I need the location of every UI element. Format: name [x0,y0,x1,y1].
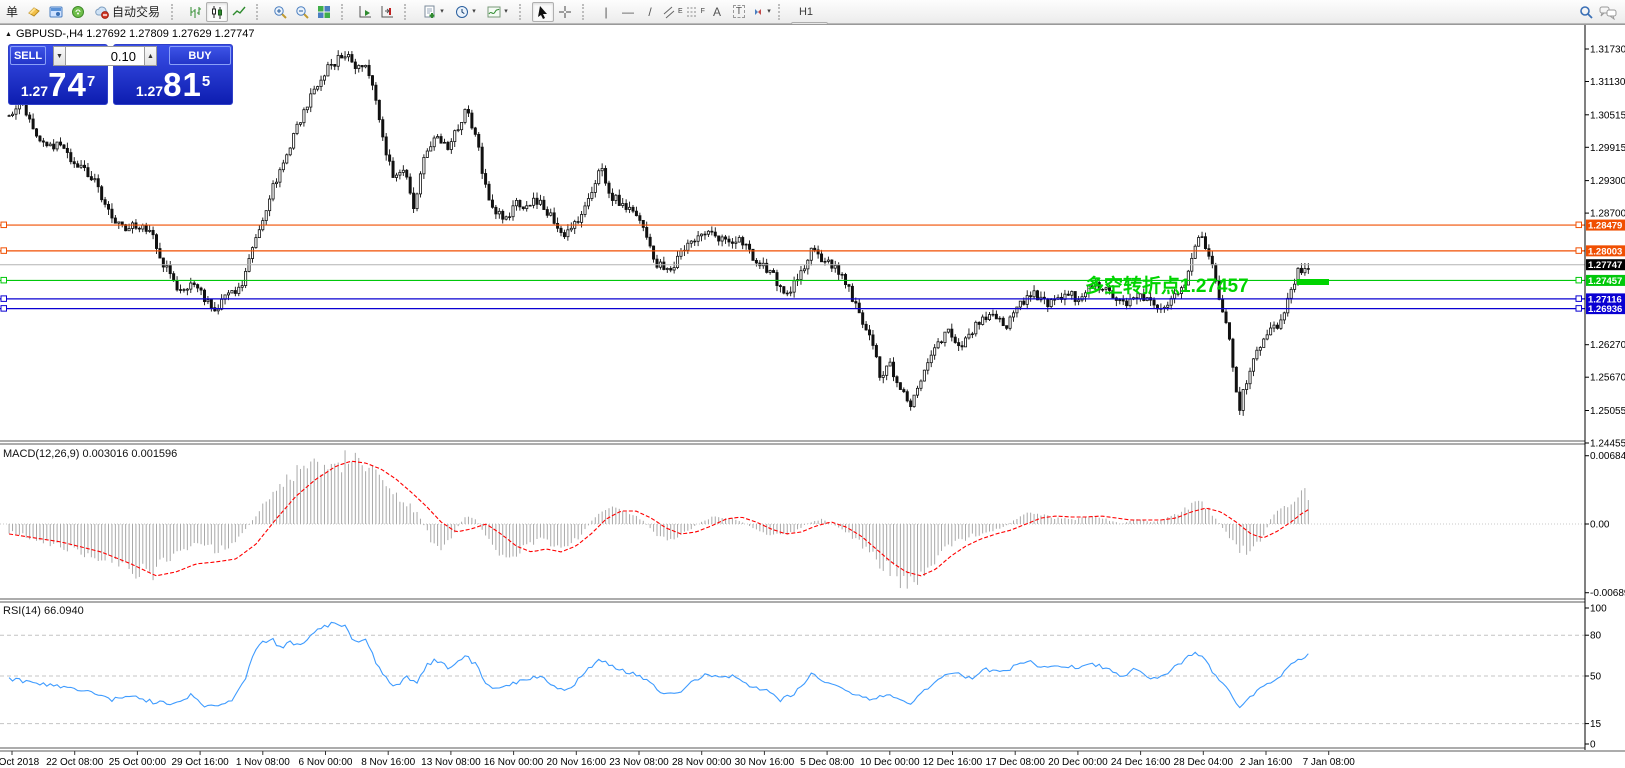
svg-text:1.25055: 1.25055 [1590,406,1625,417]
svg-text:50: 50 [1590,672,1602,683]
buy-button[interactable]: BUY [169,46,231,65]
svg-text:28 Dec 04:00: 28 Dec 04:00 [1174,757,1234,768]
price-badge-1.28479: 1.28479 [1586,220,1625,232]
svg-text:1.31730: 1.31730 [1590,45,1625,56]
volume-decrease-button[interactable]: ▼ [53,46,66,66]
volume-input[interactable]: 0.10 [66,46,144,66]
svg-text:1.25670: 1.25670 [1590,373,1625,384]
buy-price-prefix: 1.27 [136,84,163,98]
symbol-ohlc-bar[interactable]: ▲ GBPUSD-,H4 1.27692 1.27809 1.27629 1.2… [5,28,254,40]
svg-text:1.24455: 1.24455 [1590,439,1625,450]
svg-text:0.006844: 0.006844 [1590,451,1625,462]
svg-text:1.28003: 1.28003 [1588,246,1622,257]
svg-text:1.27747: 1.27747 [1588,260,1622,271]
svg-text:7 Jan 08:00: 7 Jan 08:00 [1303,757,1356,768]
svg-text:24 Dec 16:00: 24 Dec 16:00 [1111,757,1171,768]
svg-text:1.29300: 1.29300 [1590,176,1625,187]
svg-text:6 Nov 00:00: 6 Nov 00:00 [299,757,353,768]
svg-text:10 Dec 00:00: 10 Dec 00:00 [860,757,920,768]
buy-price: 1.27815 [113,68,233,101]
svg-text:20 Nov 16:00: 20 Nov 16:00 [547,757,607,768]
svg-text:29 Oct 16:00: 29 Oct 16:00 [171,757,229,768]
sell-price-sup: 7 [87,74,95,89]
price-badge-1.27747: 1.27747 [1586,259,1625,271]
symbol-ohlc-text: GBPUSD-,H4 1.27692 1.27809 1.27629 1.277… [16,28,255,40]
svg-text:12 Dec 16:00: 12 Dec 16:00 [923,757,983,768]
price-badge-1.27457: 1.27457 [1586,275,1625,287]
sell-price-prefix: 1.27 [21,84,48,98]
svg-text:16 Nov 00:00: 16 Nov 00:00 [484,757,544,768]
sell-price: 1.27747 [8,68,108,101]
svg-text:17 Dec 08:00: 17 Dec 08:00 [985,757,1045,768]
svg-text:15: 15 [1590,719,1602,730]
buy-price-sup: 5 [202,74,210,89]
sell-price-main: 74 [48,68,87,101]
chart-canvas[interactable]: 1.31730 1.31130 1.30515 1.29915 1.29300 1.287… [0,0,1625,768]
svg-text:20 Dec 00:00: 20 Dec 00:00 [1048,757,1108,768]
volume-increase-button[interactable]: ▲ [144,46,157,66]
svg-text:17 Oct 2018: 17 Oct 2018 [0,757,40,768]
buy-price-main: 81 [163,68,202,101]
svg-text:-0.00689: -0.00689 [1590,588,1625,599]
svg-text:1.28479: 1.28479 [1588,221,1622,232]
collapse-panel-icon[interactable]: ▲ [5,31,12,38]
svg-text:1.29915: 1.29915 [1590,143,1625,154]
svg-text:100: 100 [1590,604,1607,615]
svg-text:1.31130: 1.31130 [1590,77,1625,88]
svg-text:8 Nov 16:00: 8 Nov 16:00 [361,757,415,768]
sell-button[interactable]: SELL [10,46,46,65]
svg-text:13 Nov 08:00: 13 Nov 08:00 [421,757,481,768]
svg-text:0.00: 0.00 [1590,520,1610,531]
svg-text:80: 80 [1590,631,1602,642]
svg-text:1.27457: 1.27457 [1588,276,1622,287]
trend-segment[interactable] [1297,279,1329,285]
svg-text:28 Nov 00:00: 28 Nov 00:00 [672,757,732,768]
svg-text:0: 0 [1590,740,1596,751]
svg-text:5 Dec 08:00: 5 Dec 08:00 [800,757,854,768]
svg-text:22 Oct 08:00: 22 Oct 08:00 [46,757,104,768]
svg-text:30 Nov 16:00: 30 Nov 16:00 [735,757,795,768]
price-axis: 1.31730 1.31130 1.30515 1.29915 1.29300 1.287… [1585,25,1625,751]
svg-text:2 Jan 16:00: 2 Jan 16:00 [1240,757,1293,768]
svg-text:1.30515: 1.30515 [1590,110,1625,121]
price-badge-1.26936: 1.26936 [1586,303,1625,315]
svg-text:1.26936: 1.26936 [1588,304,1622,315]
svg-text:25 Oct 00:00: 25 Oct 00:00 [109,757,167,768]
svg-text:1.28700: 1.28700 [1590,209,1625,220]
price-badge-1.28003: 1.28003 [1586,245,1625,257]
chart-annotation-text[interactable]: 多空转折点1.27457 [1085,271,1249,298]
macd-indicator-label: MACD(12,26,9) 0.003016 0.001596 [3,448,177,460]
svg-text:1.26270: 1.26270 [1590,340,1625,351]
mt4-window: 单 自动交易 ▾ ▾ ▾ | — / E F A T ▾ [0,0,1625,768]
svg-text:1 Nov 08:00: 1 Nov 08:00 [236,757,290,768]
svg-text:23 Nov 08:00: 23 Nov 08:00 [609,757,669,768]
rsi-indicator-label: RSI(14) 66.0940 [3,605,84,617]
one-click-trading-panel: SELL BUY ▼ 0.10 ▲ 1.27747 1.27815 [8,44,233,105]
